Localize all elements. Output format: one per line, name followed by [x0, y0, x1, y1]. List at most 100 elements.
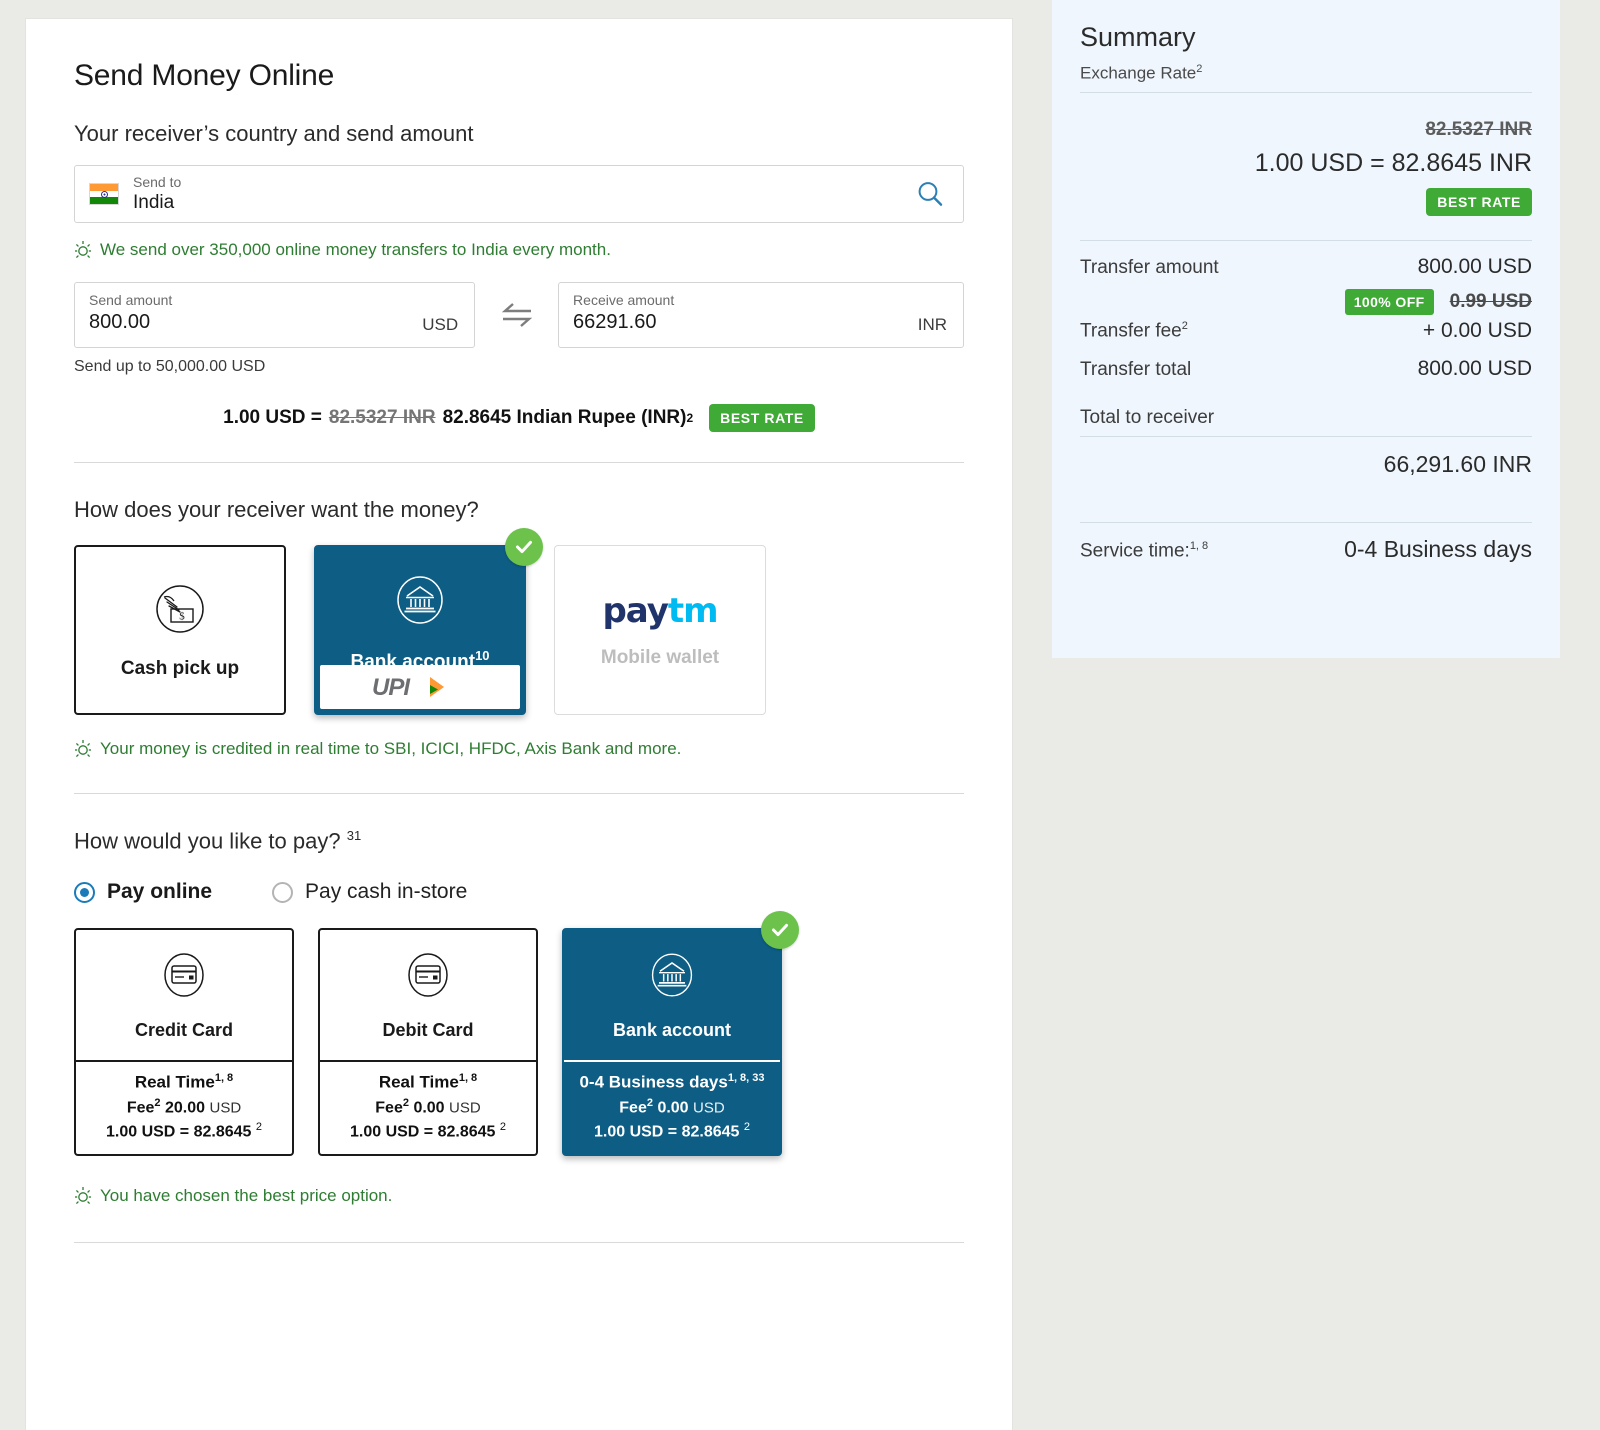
payment-tip-text: You have chosen the best price option. [100, 1185, 393, 1205]
payment-card-fee: Fee2 0.00 USD [375, 1096, 481, 1117]
payment-card-title: Debit Card [382, 1020, 474, 1041]
rate-prefix: 1.00 USD = [223, 407, 322, 428]
section-divider-3 [74, 1241, 964, 1243]
radio-indicator[interactable] [272, 881, 294, 903]
summary-row-transfer-amount: Transfer amount 800.00 USD [1080, 255, 1532, 279]
lightbulb-icon [74, 240, 92, 260]
payment-tip: You have chosen the best price option. [74, 1186, 964, 1206]
transfer-total-value: 800.00 USD [1417, 356, 1532, 380]
page-root: Send Money Online Your receiver’s countr… [0, 0, 1600, 1430]
payment-card-rate: 1.00 USD = 82.8645 2 [593, 1121, 750, 1141]
country-tip: We send over 350,000 online money transf… [74, 240, 964, 260]
payment-card-debit-card[interactable]: Debit Card Real Time1, 8 Fee2 0.00 USD 1… [318, 928, 538, 1156]
receive-amount-value: 66291.60 [573, 311, 657, 333]
payment-card-fee: Fee2 0.00 USD [619, 1096, 725, 1117]
receive-option-bank-account[interactable]: Bank account10 UPI [314, 528, 543, 715]
check-icon [505, 528, 543, 566]
radio-indicator[interactable] [74, 881, 95, 903]
lightbulb-icon [74, 1186, 92, 1206]
summary-best-rate-wrap: BEST RATE [1080, 187, 1532, 216]
payment-card-fee: Fee2 20.00 USD [126, 1096, 242, 1117]
total-to-receiver-label: Total to receiver [1080, 407, 1532, 437]
radio-pay-cash-in-store[interactable]: Pay cash in-store [272, 880, 467, 904]
total-to-receiver-value: 66,291.60 INR [1383, 450, 1532, 477]
receive-method-tip-text: Your money is credited in real time to S… [100, 739, 682, 758]
bank-icon [647, 949, 697, 1006]
summary-discount-row: 100% OFF 0.99 USD [1080, 288, 1532, 315]
summary-row-transfer-fee: Transfer fee2 + 0.00 USD [1080, 319, 1532, 343]
lightbulb-icon [74, 739, 92, 759]
transfer-amount-value: 800.00 USD [1417, 254, 1532, 278]
old-fee-value: 0.99 USD [1449, 290, 1532, 312]
payment-method-cards: Credit Card Real Time1, 8 Fee2 20.00 USD… [74, 911, 964, 1156]
best-rate-badge: BEST RATE [1426, 187, 1532, 216]
summary-divider-1 [1080, 239, 1532, 241]
summary-row-transfer-total: Transfer total 800.00 USD [1080, 357, 1532, 381]
radio-pay-online[interactable]: Pay online [74, 880, 212, 904]
receive-option-cash-pickup[interactable]: $ Cash pick up [74, 545, 286, 715]
discount-badge: 100% OFF [1344, 288, 1434, 315]
receive-method-options: $ Cash pick up Bank account10 UPI paytm … [74, 528, 964, 715]
country-tip-text: We send over 350,000 online money transf… [100, 240, 611, 259]
country-text: Send to India [133, 174, 181, 214]
india-flag-icon [89, 183, 119, 205]
upi-logo: UPI [320, 665, 520, 709]
radio-label: Pay online [107, 880, 213, 904]
svg-text:UPI: UPI [372, 674, 411, 701]
receiver-section-heading: Your receiver’s country and send amount [74, 121, 474, 146]
send-limit-text: Send up to 50,000.00 USD [74, 358, 266, 375]
receive-amount-field[interactable]: Receive amount 66291.60 INR [558, 282, 964, 348]
debit-card-icon [404, 949, 452, 1006]
transfer-total-label: Transfer total [1080, 358, 1192, 380]
receive-method-section: How does your receiver want the money? $ [74, 463, 964, 759]
payment-heading: How would you like to pay? 31 [74, 828, 362, 854]
summary-divider-2 [1080, 521, 1532, 523]
payment-card-bank-account[interactable]: Bank account 0-4 Business days1, 8, 33 F… [562, 911, 799, 1156]
payment-section: How would you like to pay? 31 Pay online… [74, 794, 964, 1243]
receive-option-mobile-wallet[interactable]: paytm Mobile wallet [554, 545, 766, 715]
payment-card-credit-card[interactable]: Credit Card Real Time1, 8 Fee2 20.00 USD… [74, 928, 294, 1156]
summary-title: Summary [1080, 22, 1196, 52]
country-value: India [133, 191, 175, 213]
payment-card-title: Bank account [612, 1020, 732, 1041]
payment-card-title: Credit Card [134, 1020, 233, 1041]
rate-footnote: 2 [686, 411, 694, 425]
service-time-value: 0-4 Business days [1344, 535, 1532, 562]
country-label: Send to [133, 173, 182, 190]
credit-card-icon [160, 949, 208, 1006]
cash-hand-icon: $ [152, 581, 208, 642]
exchange-rate-line: 1.00 USD = 82.5327 INR 82.8645 Indian Ru… [74, 404, 964, 432]
payment-mode-radios: Pay online Pay cash in-store [74, 880, 964, 904]
transfer-amount-label: Transfer amount [1080, 256, 1219, 278]
transfer-fee-label: Transfer fee2 [1080, 320, 1188, 342]
send-amount-currency: USD [422, 315, 459, 334]
receive-amount-currency: INR [917, 315, 947, 334]
service-time-label: Service time:1, 8 [1080, 540, 1209, 562]
summary-panel: Summary Exchange Rate2 82.5327 INR 1.00 … [1052, 0, 1560, 658]
page-title: Send Money Online [74, 59, 335, 92]
best-rate-badge: BEST RATE [709, 404, 815, 432]
summary-rate-old: 82.5327 INR [1425, 118, 1532, 140]
send-amount-field[interactable]: Send amount 800.00 USD [74, 282, 476, 348]
exchange-rate-label: Exchange Rate2 [1080, 63, 1532, 93]
receive-method-tip: Your money is credited in real time to S… [74, 739, 964, 759]
receive-option-label: Mobile wallet [600, 647, 720, 668]
receive-option-label: Cash pick up [120, 657, 240, 679]
payment-heading-footnote: 31 [346, 828, 362, 843]
transfer-fee-value: + 0.00 USD [1422, 318, 1532, 342]
amount-row: Send amount 800.00 USD Receive amount 66… [74, 282, 964, 348]
paytm-logo-icon: paytm [602, 591, 718, 631]
send-money-form-panel: Send Money Online Your receiver’s countr… [25, 18, 1013, 1430]
radio-label: Pay cash in-store [305, 880, 468, 904]
receive-amount-label: Receive amount [573, 292, 675, 308]
rate-new-value: 82.8645 Indian Rupee (INR) [442, 407, 687, 428]
search-icon[interactable] [915, 179, 945, 209]
payment-card-speed: Real Time1, 8 [134, 1072, 234, 1092]
country-selector[interactable]: Send to India [74, 165, 964, 223]
payment-card-rate: 1.00 USD = 82.8645 2 [349, 1121, 506, 1141]
summary-rate-new: 1.00 USD = 82.8645 INR [1254, 148, 1532, 177]
receive-method-heading: How does your receiver want the money? [74, 497, 479, 522]
swap-currency-button[interactable] [475, 299, 558, 331]
check-icon [761, 911, 799, 950]
send-amount-label: Send amount [89, 292, 173, 308]
